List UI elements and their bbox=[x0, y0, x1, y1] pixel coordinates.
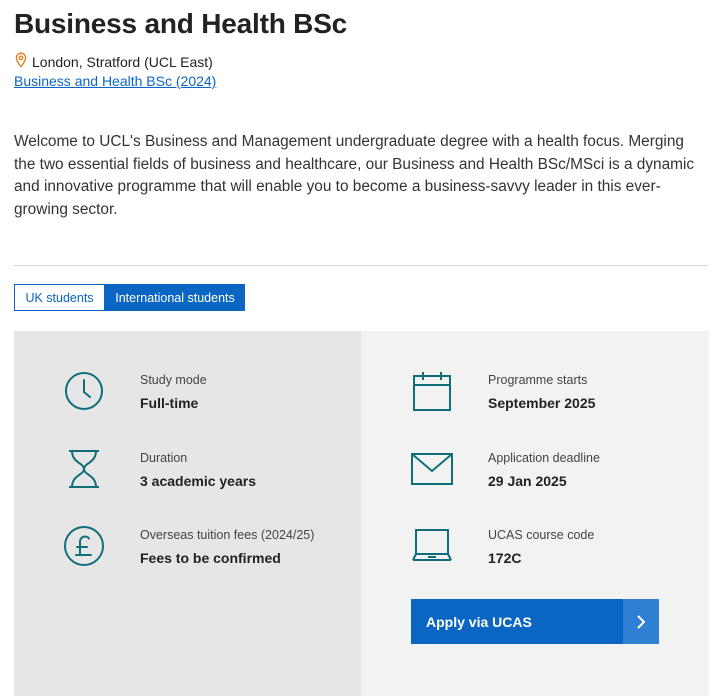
fees-label: Overseas tuition fees (2024/25) bbox=[140, 528, 315, 542]
ucas-code-value: 172C bbox=[488, 550, 522, 566]
course-year-link[interactable]: Business and Health BSc (2024) bbox=[14, 73, 216, 89]
programme-starts-label: Programme starts bbox=[488, 373, 588, 387]
duration-value: 3 academic years bbox=[140, 473, 256, 489]
map-pin-icon bbox=[14, 52, 28, 71]
programme-starts-value: September 2025 bbox=[488, 395, 596, 411]
study-mode-label: Study mode bbox=[140, 373, 207, 387]
fees-value: Fees to be confirmed bbox=[140, 550, 281, 566]
location-text: London, Stratford (UCL East) bbox=[32, 53, 213, 70]
location: London, Stratford (UCL East) bbox=[14, 52, 213, 71]
page-title: Business and Health BSc bbox=[14, 8, 348, 39]
tab-international-students[interactable]: International students bbox=[105, 284, 245, 311]
student-type-tabs: UK students International students bbox=[14, 284, 245, 311]
ucas-code-label: UCAS course code bbox=[488, 528, 595, 542]
laptop-icon bbox=[411, 525, 453, 567]
divider bbox=[14, 265, 708, 266]
pound-icon bbox=[63, 525, 105, 567]
apply-button-label: Apply via UCAS bbox=[426, 613, 532, 630]
study-mode-value: Full-time bbox=[140, 395, 199, 411]
chevron-right-icon bbox=[623, 599, 659, 644]
envelope-icon bbox=[411, 448, 453, 490]
deadline-label: Application deadline bbox=[488, 451, 600, 465]
tab-uk-students[interactable]: UK students bbox=[14, 284, 105, 311]
deadline-value: 29 Jan 2025 bbox=[488, 473, 567, 489]
duration-label: Duration bbox=[140, 451, 188, 465]
intro-paragraph: Welcome to UCL's Business and Management… bbox=[14, 133, 695, 218]
calendar-icon bbox=[411, 370, 453, 412]
apply-via-ucas-button[interactable]: Apply via UCAS bbox=[411, 599, 659, 644]
clock-icon bbox=[63, 370, 105, 412]
hourglass-icon bbox=[63, 448, 105, 490]
